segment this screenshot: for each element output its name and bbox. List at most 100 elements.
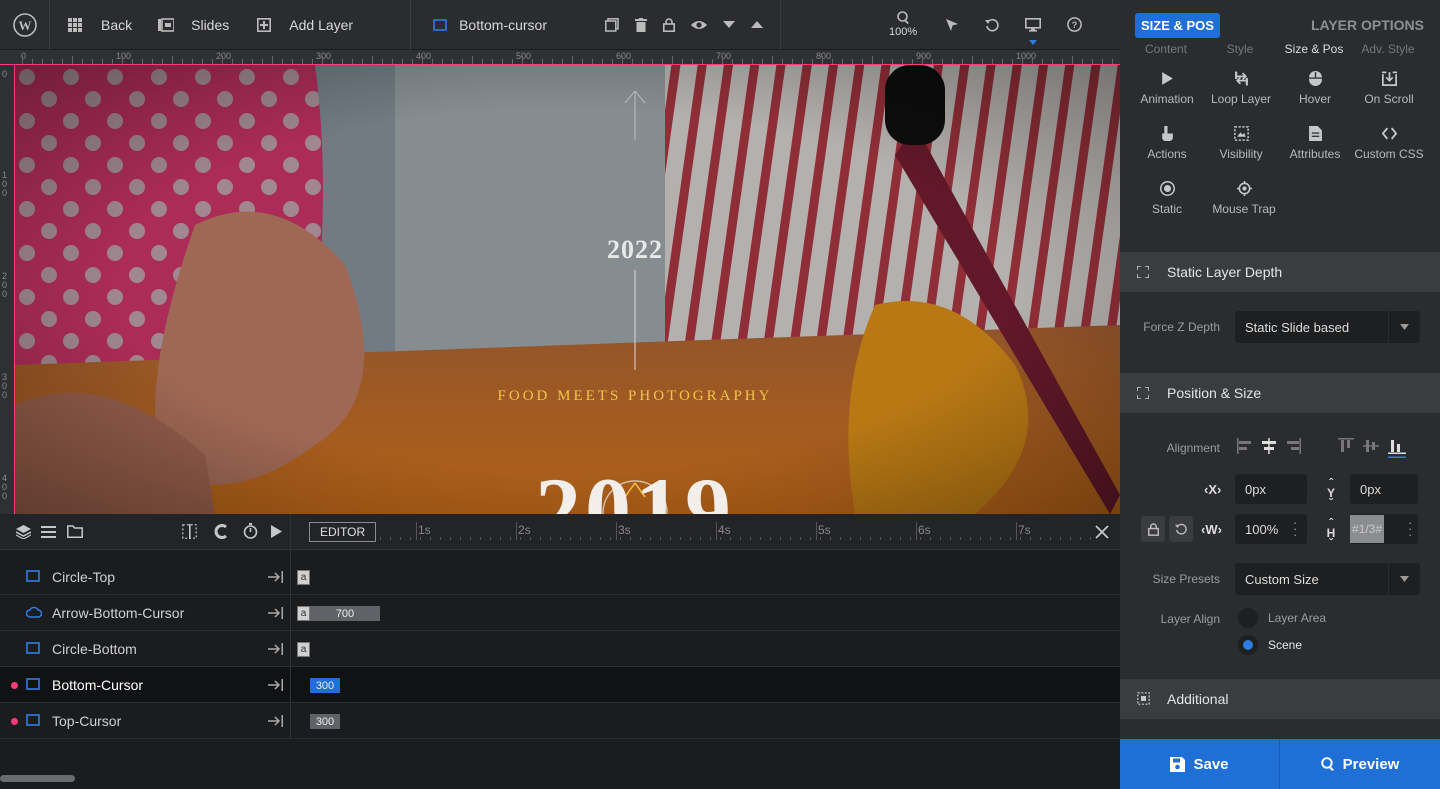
option-loop-layer-button[interactable]: Loop Layer — [1204, 71, 1278, 106]
x-position-input[interactable]: 0px — [1235, 474, 1307, 504]
mouse-icon — [1308, 71, 1322, 86]
align-center-icon[interactable] — [1261, 438, 1277, 454]
slides-button[interactable]: Slides — [158, 0, 229, 50]
magnet-icon[interactable] — [213, 524, 228, 539]
option-hover-button[interactable]: Hover — [1278, 71, 1352, 106]
option-attributes-button[interactable]: Attributes — [1278, 126, 1352, 161]
align-right-icon[interactable] — [1285, 438, 1301, 454]
undo-icon[interactable] — [985, 18, 999, 32]
rectangle-icon — [26, 714, 40, 726]
collapse-layer-icon[interactable] — [268, 714, 284, 731]
radio-checked — [1238, 635, 1258, 655]
eye-icon[interactable] — [691, 19, 708, 31]
timeline-layer-row[interactable]: Top-Cursor 300 — [0, 703, 1120, 739]
collapse-layer-icon[interactable] — [268, 678, 284, 695]
sub-tab[interactable]: Style — [1227, 44, 1254, 56]
size-pos-tab[interactable]: SIZE & POS — [1135, 12, 1220, 38]
duplicate-icon[interactable] — [605, 17, 619, 32]
option-label: Attributes — [1289, 147, 1341, 161]
timeline-animation-bar[interactable]: a — [297, 642, 310, 657]
reset-size-button[interactable] — [1169, 516, 1193, 542]
layer-align-option-layer-area[interactable]: Layer Area — [1238, 608, 1326, 628]
collapse-layer-icon[interactable] — [268, 606, 284, 623]
bar-duration-value: 300 — [315, 679, 335, 692]
size-presets-select[interactable]: Custom Size — [1235, 563, 1420, 595]
editor-mode-label[interactable]: EDITOR — [309, 522, 377, 542]
save-button[interactable]: Save — [1120, 739, 1280, 789]
device-desktop-toggle[interactable] — [1025, 17, 1042, 45]
width-more-icon[interactable]: · · · — [1293, 516, 1297, 541]
tagline-text[interactable]: FOOD MEETS PHOTOGRAPHY — [15, 388, 1120, 405]
year-top-text[interactable]: 2022 — [15, 235, 1120, 265]
option-static-button[interactable]: Static — [1130, 181, 1204, 216]
time-tick-label: 5s — [818, 523, 831, 537]
timeline-animation-bar[interactable]: 300 — [310, 678, 340, 693]
align-top-icon[interactable] — [1338, 438, 1354, 454]
y-position-input[interactable]: 0px — [1350, 474, 1418, 504]
collapse-layer-icon[interactable] — [268, 570, 284, 587]
timeline-animation-bar[interactable]: a — [297, 570, 310, 585]
lock-ratio-button[interactable] — [1141, 516, 1165, 542]
option-on-scroll-button[interactable]: On Scroll — [1352, 71, 1426, 106]
trash-icon[interactable] — [635, 17, 648, 32]
option-custom-css-button[interactable]: Custom CSS — [1352, 126, 1426, 161]
slide-background-image — [15, 65, 1120, 514]
arrow-up-icon[interactable] — [751, 20, 764, 29]
chevron-down-icon — [1400, 324, 1409, 330]
time-scale[interactable]: 1s 2s 3s 4s 5s 6s 7s — [380, 514, 1091, 550]
option-mouse-trap-button[interactable]: Mouse Trap — [1207, 181, 1281, 216]
position-size-section[interactable]: Position & Size — [1120, 373, 1440, 413]
collapse-layer-icon[interactable] — [268, 642, 284, 659]
timeline-animation-bar[interactable]: a 700 — [297, 606, 380, 621]
timeline-layer-list: Circle-Top a Arrow-Bottom-Cursor a 700 Circle… — [0, 559, 1120, 739]
hand-pointer-icon — [1161, 126, 1173, 141]
wordpress-logo-button[interactable]: W — [0, 0, 50, 50]
option-animation-button[interactable]: Animation — [1130, 71, 1204, 106]
folder-icon[interactable] — [67, 525, 83, 538]
current-layer-name: Bottom-cursor — [459, 16, 548, 33]
timeline-animation-bar[interactable]: 300 — [310, 714, 340, 729]
slide-canvas[interactable]: 2022 FOOD MEETS PHOTOGRAPHY 2019 — [15, 65, 1120, 514]
option-actions-button[interactable]: Actions — [1130, 126, 1204, 161]
lock-icon[interactable] — [663, 17, 676, 32]
additional-section[interactable]: Additional — [1120, 679, 1440, 719]
static-layer-depth-section[interactable]: Static Layer Depth — [1120, 252, 1440, 292]
ruler-tick-label: 0 — [2, 69, 8, 79]
timeline-layer-row[interactable]: Circle-Top a — [0, 559, 1120, 595]
preview-button[interactable]: Preview — [1280, 739, 1440, 789]
save-label: Save — [1193, 755, 1229, 773]
layer-align-option-scene[interactable]: Scene — [1238, 635, 1302, 655]
zoom-level: 100% — [889, 26, 918, 38]
stopwatch-icon[interactable] — [243, 523, 258, 539]
align-middle-icon[interactable] — [1363, 438, 1379, 454]
back-button[interactable]: Back — [68, 0, 132, 50]
help-icon[interactable]: ? — [1067, 17, 1083, 32]
list-icon[interactable] — [41, 526, 56, 538]
sub-tab[interactable]: Size & Pos — [1285, 44, 1344, 56]
option-visibility-button[interactable]: Visibility — [1204, 126, 1278, 161]
timeline-layer-row[interactable]: Arrow-Bottom-Cursor a 700 — [0, 595, 1120, 631]
cursor-select-icon[interactable] — [945, 18, 959, 32]
loop-icon — [1234, 71, 1248, 86]
sub-tab[interactable]: Content — [1145, 44, 1187, 56]
play-icon[interactable] — [271, 525, 282, 538]
timeline-layer-row[interactable]: Bottom-Cursor 300 — [0, 667, 1120, 703]
force-z-depth-select[interactable]: Static Slide based — [1235, 311, 1420, 343]
close-icon[interactable] — [1095, 525, 1109, 539]
zoom-control[interactable]: 100% — [889, 0, 917, 50]
split-layers-icon[interactable] — [182, 524, 197, 539]
sub-tab[interactable]: Adv. Style — [1361, 44, 1414, 56]
layers-icon[interactable] — [16, 525, 31, 539]
align-bottom-icon[interactable] — [1388, 438, 1406, 458]
add-layer-button[interactable]: Add Layer — [257, 0, 353, 50]
height-more-icon[interactable]: · · · — [1408, 516, 1412, 541]
timeline-horizontal-scrollbar[interactable] — [0, 775, 75, 782]
bar-duration-value: 700 — [335, 607, 355, 620]
year-bottom-text[interactable]: 2019 — [15, 457, 1120, 514]
align-left-icon[interactable] — [1237, 438, 1253, 454]
current-layer-selector[interactable]: Bottom-cursor — [433, 0, 547, 50]
option-label: Actions — [1147, 147, 1187, 161]
arrow-down-icon[interactable] — [723, 20, 736, 29]
selection-dot — [11, 718, 18, 725]
timeline-layer-row[interactable]: Circle-Bottom a — [0, 631, 1120, 667]
